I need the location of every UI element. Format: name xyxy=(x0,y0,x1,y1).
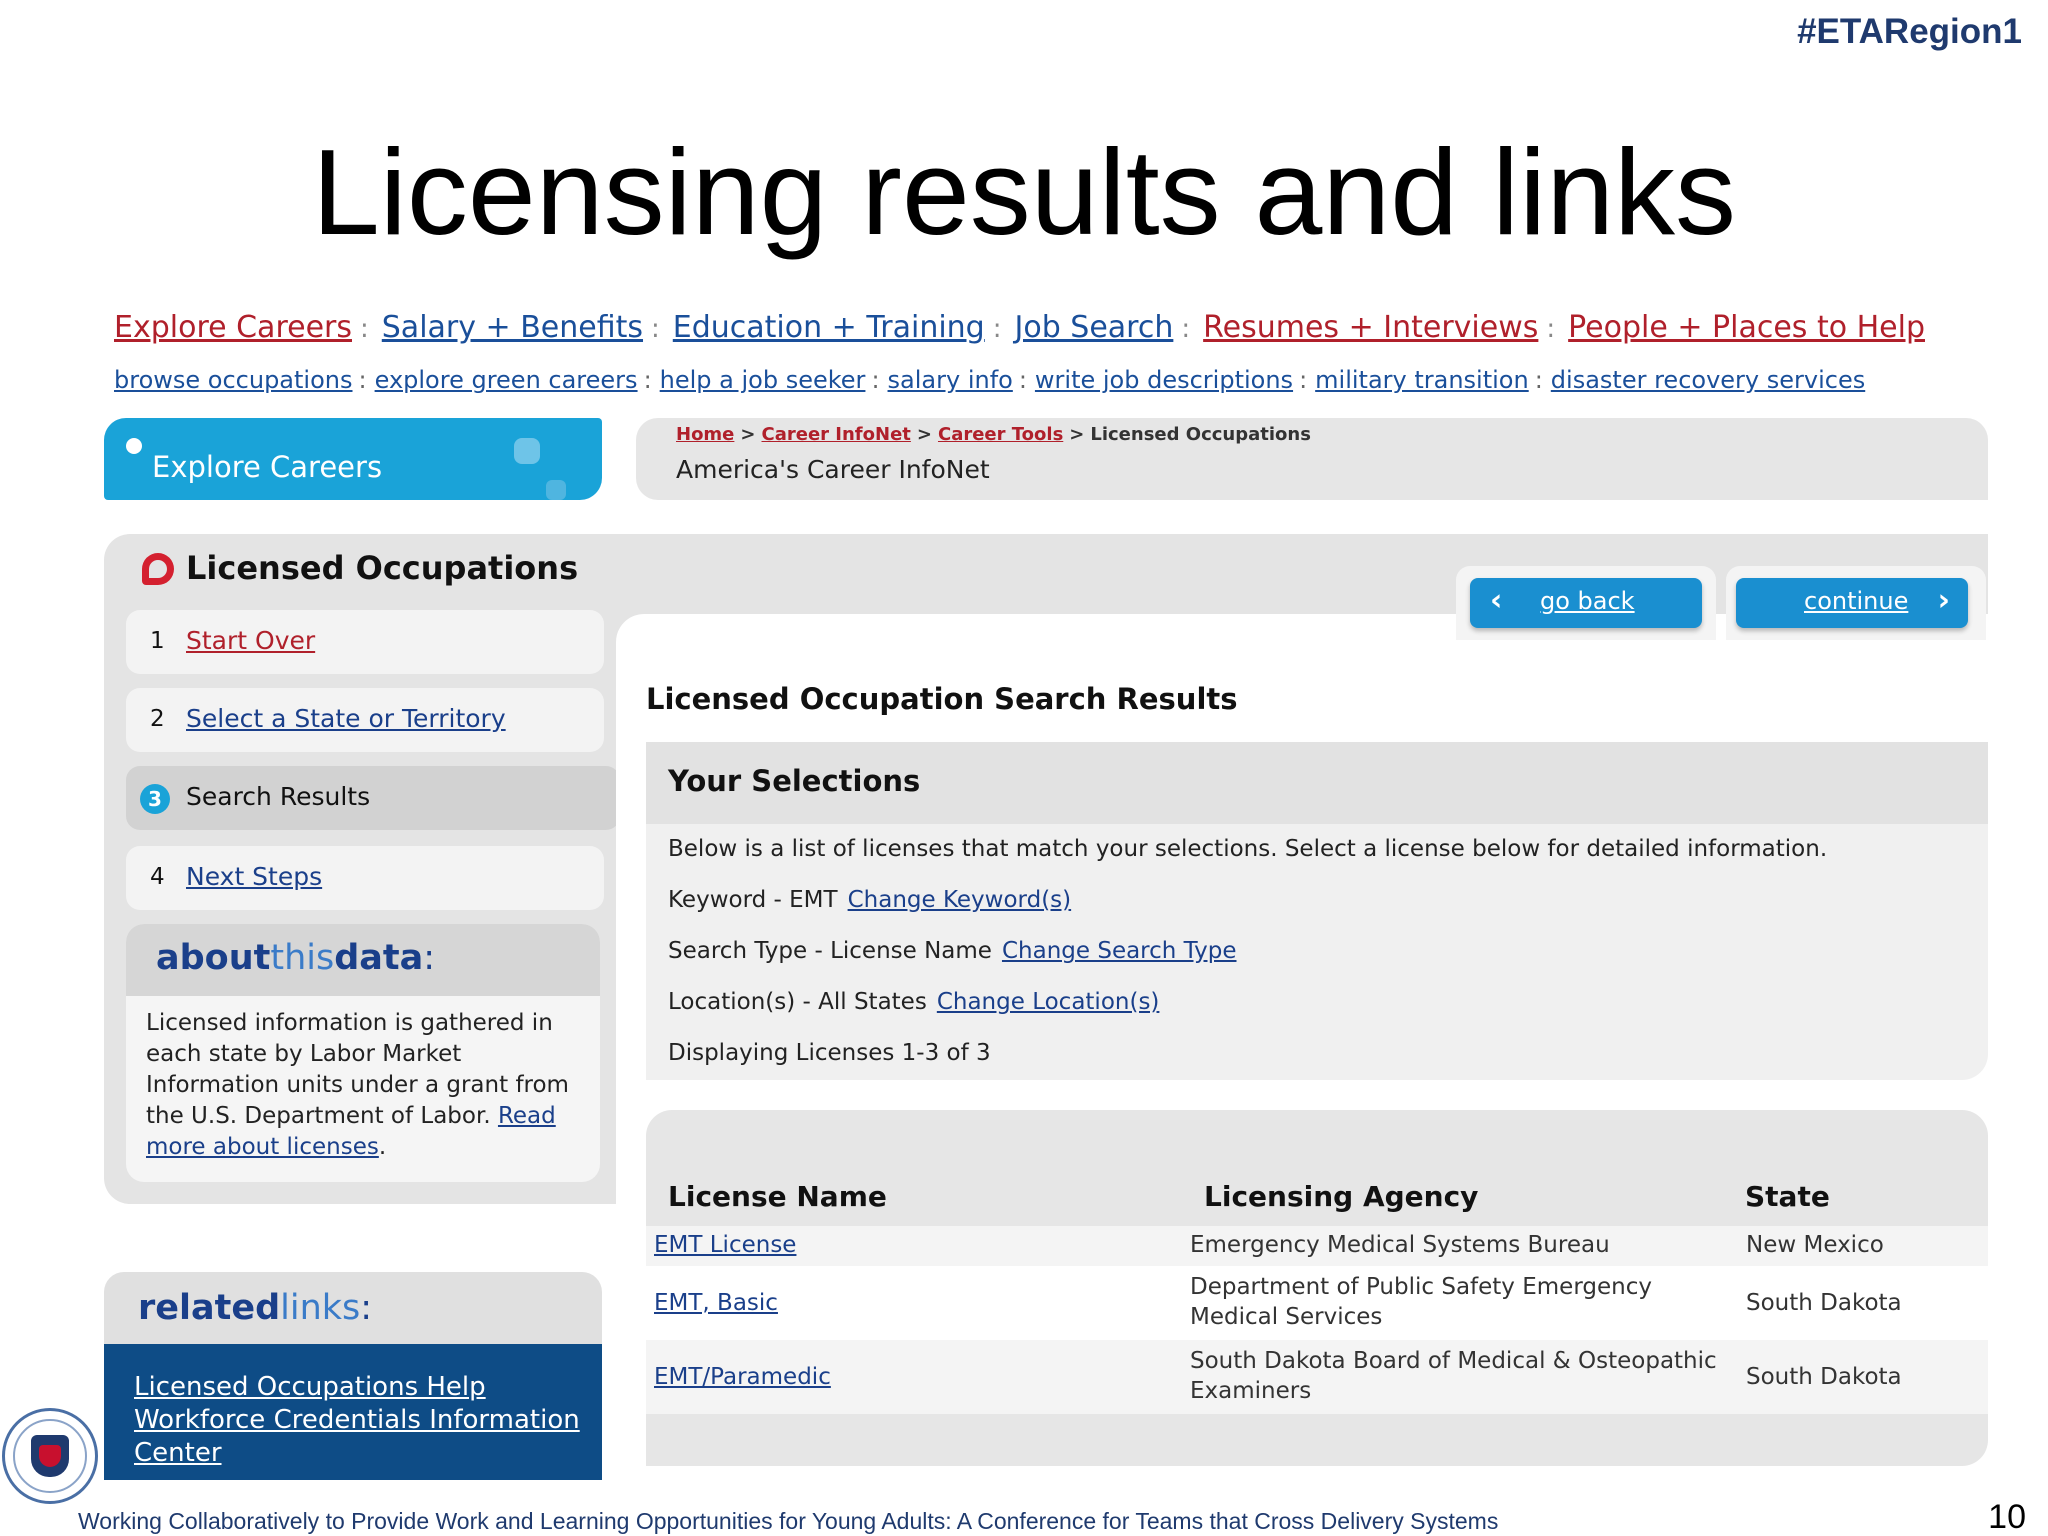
tool-title: Licensed Occupations xyxy=(186,549,579,587)
go-back-label: go back xyxy=(1540,587,1635,615)
licensing-agency: Emergency Medical Systems Bureau xyxy=(1190,1232,1610,1258)
dol-seal-icon xyxy=(2,1408,98,1504)
license-state: New Mexico xyxy=(1746,1232,1884,1258)
step-number: 2 xyxy=(150,706,165,732)
header-license-name: License Name xyxy=(668,1180,887,1213)
keyword-label: Keyword - EMT xyxy=(668,887,838,913)
licensing-agency: Department of Public Safety Emergency Me… xyxy=(1190,1274,1652,1330)
chevron-left-icon: ‹ xyxy=(1490,583,1503,618)
step-number: 1 xyxy=(150,628,165,654)
table-row: EMT, Basic Department of Public Safety E… xyxy=(646,1266,1988,1340)
step-start-over[interactable]: 1 Start Over xyxy=(126,610,604,674)
search-type-label: Search Type - License Name xyxy=(668,938,992,964)
related-link-center[interactable]: Center xyxy=(134,1438,222,1468)
step-label[interactable]: Start Over xyxy=(186,626,315,655)
license-state: South Dakota xyxy=(1746,1364,1902,1390)
section-tab-label: Explore Careers xyxy=(152,450,383,484)
about-data-text: Licensed information is gathered in each… xyxy=(146,1010,569,1160)
location-line: Location(s) - All States Change Location(… xyxy=(668,989,1159,1015)
nav-resumes-interviews[interactable]: Resumes + Interviews xyxy=(1203,310,1538,345)
nav-browse-occupations[interactable]: browse occupations xyxy=(114,366,353,394)
slide-footer: Working Collaboratively to Provide Work … xyxy=(78,1508,1499,1534)
slide-title: Licensing results and links xyxy=(311,124,1737,260)
breadcrumb-home[interactable]: Home xyxy=(676,424,734,445)
license-state: South Dakota xyxy=(1746,1290,1902,1316)
step-label[interactable]: Select a State or Territory xyxy=(186,704,506,733)
change-search-type-link[interactable]: Change Search Type xyxy=(1002,938,1237,964)
change-keyword-link[interactable]: Change Keyword(s) xyxy=(848,887,1072,913)
related-link-credentials[interactable]: Workforce Credentials Information xyxy=(134,1405,580,1435)
step-label[interactable]: Next Steps xyxy=(186,862,322,891)
nav-education-training[interactable]: Education + Training xyxy=(673,310,985,345)
results-title: Licensed Occupation Search Results xyxy=(646,682,1238,716)
license-name-link[interactable]: EMT, Basic xyxy=(654,1288,778,1318)
search-type-line: Search Type - License Name Change Search … xyxy=(668,938,1237,964)
continue-label: continue xyxy=(1804,587,1909,615)
step-search-results: 3 Search Results xyxy=(126,766,620,830)
breadcrumb-career-tools[interactable]: Career Tools xyxy=(938,424,1063,445)
related-links-title: relatedlinks: xyxy=(138,1288,373,1328)
step-next-steps[interactable]: 4 Next Steps xyxy=(126,846,604,910)
selections-title: Your Selections xyxy=(668,764,921,798)
nav-people-places[interactable]: People + Places to Help xyxy=(1568,310,1925,345)
header-state: State xyxy=(1745,1180,1830,1213)
nav-explore-green-careers[interactable]: explore green careers xyxy=(375,366,638,394)
breadcrumb-current: Licensed Occupations xyxy=(1090,424,1311,445)
about-data-title: aboutthisdata: xyxy=(156,938,436,978)
tab-decoration-icon xyxy=(546,480,566,500)
tab-dot-icon xyxy=(126,438,142,454)
table-row: EMT License Emergency Medical Systems Bu… xyxy=(646,1226,1988,1266)
tab-decoration-icon xyxy=(514,438,540,464)
nav-salary-info[interactable]: salary info xyxy=(888,366,1013,394)
license-name-link[interactable]: EMT License xyxy=(654,1230,796,1260)
chevron-right-icon: › xyxy=(1937,583,1950,618)
secondary-nav: browse occupations: explore green career… xyxy=(114,366,1866,394)
header-licensing-agency: Licensing Agency xyxy=(1204,1180,1479,1213)
step-label: Search Results xyxy=(186,782,371,811)
site-subtitle: America's Career InfoNet xyxy=(676,455,990,484)
step-select-state[interactable]: 2 Select a State or Territory xyxy=(126,688,604,752)
nav-help-job-seeker[interactable]: help a job seeker xyxy=(660,366,866,394)
displaying-count: Displaying Licenses 1-3 of 3 xyxy=(668,1040,991,1066)
hashtag: #ETARegion1 xyxy=(1797,12,2022,51)
nav-military-transition[interactable]: military transition xyxy=(1315,366,1529,394)
primary-nav: Explore Careers: Salary + Benefits: Educ… xyxy=(114,310,1925,345)
breadcrumb-career-infonet[interactable]: Career InfoNet xyxy=(762,424,911,445)
section-tab: Explore Careers xyxy=(104,418,602,500)
change-location-link[interactable]: Change Location(s) xyxy=(937,989,1160,1015)
selections-intro: Below is a list of licenses that match y… xyxy=(668,836,1828,862)
table-row: EMT/Paramedic South Dakota Board of Medi… xyxy=(646,1340,1988,1414)
nav-salary-benefits[interactable]: Salary + Benefits xyxy=(382,310,643,345)
step-current-badge: 3 xyxy=(140,784,170,814)
related-link-help[interactable]: Licensed Occupations Help xyxy=(134,1372,486,1402)
location-label: Location(s) - All States xyxy=(668,989,927,1015)
licensing-agency: South Dakota Board of Medical & Osteopat… xyxy=(1190,1348,1717,1404)
licensed-occupations-icon xyxy=(142,553,174,585)
nav-explore-careers[interactable]: Explore Careers xyxy=(114,310,352,345)
nav-write-job-descriptions[interactable]: write job descriptions xyxy=(1035,366,1293,394)
nav-job-search[interactable]: Job Search xyxy=(1015,310,1174,345)
keyword-line: Keyword - EMT Change Keyword(s) xyxy=(668,887,1071,913)
page-number: 10 xyxy=(1988,1498,2026,1536)
nav-disaster-recovery[interactable]: disaster recovery services xyxy=(1551,366,1865,394)
continue-button[interactable]: continue › xyxy=(1736,578,1968,628)
go-back-button[interactable]: ‹ go back xyxy=(1470,578,1702,628)
step-number: 4 xyxy=(150,864,165,890)
license-name-link[interactable]: EMT/Paramedic xyxy=(654,1362,831,1392)
breadcrumb: Home > Career InfoNet > Career Tools > License… xyxy=(676,424,1311,445)
